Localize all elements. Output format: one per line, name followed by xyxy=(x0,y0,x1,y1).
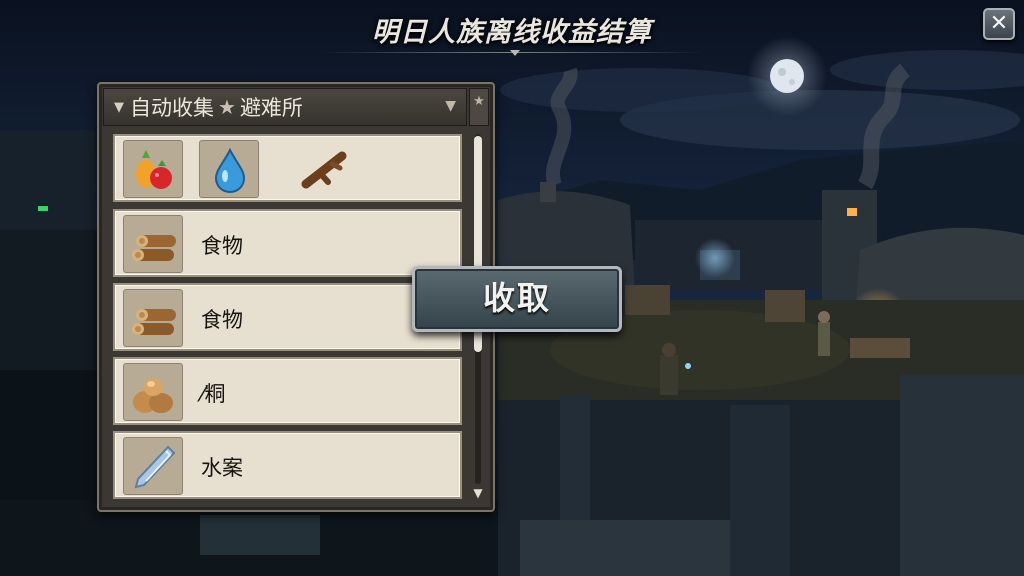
panel-header-label: 自动收集 xyxy=(130,96,214,120)
title-notch xyxy=(510,50,520,56)
branch-icon xyxy=(293,140,353,198)
list-item[interactable] xyxy=(113,134,462,202)
list-item[interactable]: 食物 xyxy=(113,209,462,277)
water-drop-icon xyxy=(199,140,259,198)
dropdown-triangle-icon: ▼ xyxy=(114,99,124,115)
row-label: 食物 xyxy=(201,308,243,332)
panel-header-suffix: 避难所 xyxy=(239,96,303,120)
list-item[interactable]: 食物 xyxy=(113,283,462,351)
crystal-shard-icon xyxy=(123,437,183,495)
panel-header-dropdown[interactable]: ▼ 自动收集 ★ 避难所 ▼ xyxy=(103,88,467,126)
sack-icon xyxy=(123,363,183,421)
list-item[interactable]: 水案 xyxy=(113,431,462,499)
collect-button[interactable]: 收取 xyxy=(412,266,622,332)
fruit-icon xyxy=(123,140,183,198)
scroll-down-arrow-icon[interactable]: ▼ xyxy=(471,486,485,500)
guard-figure xyxy=(818,322,830,356)
survivor-figure xyxy=(660,355,678,395)
row-label: 食物 xyxy=(201,234,243,258)
close-button[interactable]: ✕ xyxy=(983,8,1015,40)
row-label: ⁄粡 xyxy=(201,382,226,406)
list-item[interactable]: ⁄粡 xyxy=(113,357,462,425)
page-title: 明日人族离线收益结算 xyxy=(372,17,652,48)
log-pile-icon xyxy=(123,215,183,273)
chevron-down-icon: ▼ xyxy=(445,98,456,114)
log-pile-icon xyxy=(123,289,183,347)
pin-star-button[interactable]: ★ xyxy=(469,88,489,126)
row-label: 水案 xyxy=(201,456,243,480)
star-icon: ★ xyxy=(218,95,236,119)
